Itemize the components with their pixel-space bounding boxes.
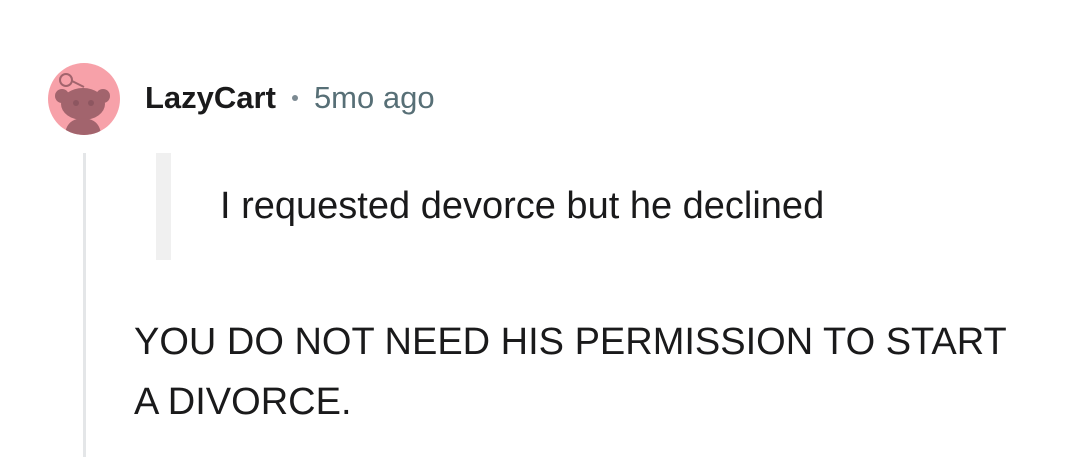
snoo-avatar-icon — [55, 73, 110, 135]
avatar[interactable] — [48, 63, 120, 135]
comment-body: YOU DO NOT NEED HIS PERMISSION TO START … — [134, 312, 1054, 432]
blockquote-bar — [156, 153, 171, 260]
comment-body-line: YOU DO NOT NEED HIS PERMISSION TO START — [134, 321, 1007, 363]
separator-dot-icon — [291, 95, 298, 101]
blockquote-text: I requested devorce but he declined — [220, 185, 825, 227]
comment-timestamp: 5mo ago — [313, 80, 435, 115]
comment-meta: LazyCart 5mo ago — [145, 78, 435, 118]
thread-collapse-line[interactable] — [83, 153, 86, 457]
comment-body-line: A DIVORCE. — [134, 381, 352, 423]
comment: LazyCart 5mo ago I requested devorce but… — [0, 0, 1079, 457]
author-username[interactable]: LazyCart — [145, 80, 276, 116]
